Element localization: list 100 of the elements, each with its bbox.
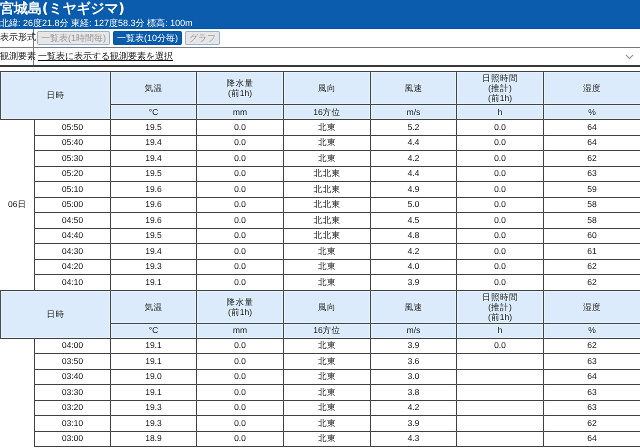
table-cell: 北東 [284,369,370,384]
select-elements-link[interactable]: 一覧表に表示する観測要素を選択 [38,50,173,64]
unit-header: mm [196,104,284,120]
unit-header: 16方位 [284,104,370,120]
unit-header: h [456,323,544,338]
column-header: 風速 [370,290,456,323]
time-cell: 05:50 [34,120,110,135]
table-cell: 0.0 [196,228,284,244]
table-cell: 19.1 [110,384,196,400]
time-cell: 05:10 [34,182,110,197]
column-header: 日照時間 (推計) (前1h) [456,290,544,323]
unit-header: 16方位 [284,323,370,338]
display-format-button[interactable]: 一覧表(10分毎) [113,31,182,45]
table-cell: 0.0 [456,182,544,197]
table-cell: 4.0 [370,259,456,274]
table-cell: 19.4 [110,135,196,150]
unit-header: °C [110,323,196,338]
table-cell: 18.9 [110,431,196,446]
table-cell: 北東 [284,274,370,290]
table-cell: 0.0 [456,228,544,244]
table-cell: 0.0 [196,400,284,416]
table-cell: 4.9 [370,182,456,197]
table-cell: 19.5 [110,228,196,244]
table-cell: 19.6 [110,182,196,197]
column-header: 降水量 (前1h) [196,290,284,323]
table-cell: 0.0 [196,416,284,431]
table-cell: 0.0 [456,274,544,290]
datetime-header: 日時 [0,72,110,120]
table-cell: 0.0 [456,338,544,354]
datetime-header: 日時 [0,290,110,338]
table-cell: 19.5 [110,120,196,135]
elements-label: 観測要素 [0,48,34,65]
table-cell: 0.0 [196,338,284,354]
table-cell: 北東 [284,244,370,259]
table-cell: 4.2 [370,150,456,166]
table-cell: 19.5 [110,166,196,182]
table-cell: 5.2 [370,120,456,135]
table-cell: 0.0 [196,135,284,150]
table-cell: 0.0 [196,197,284,212]
table-cell: 0.0 [456,197,544,212]
time-cell: 03:20 [34,400,110,416]
table-cell: 0.0 [196,212,284,228]
table-cell: 北北東 [284,197,370,212]
station-title: 宮城島(ミヤギジマ) [0,0,126,16]
time-cell: 05:00 [34,197,110,212]
table-cell: 4.4 [370,166,456,182]
column-header: 日照時間 (推計) (前1h) [456,72,544,104]
table-cell: 北東 [284,120,370,135]
table-cell: 北東 [284,400,370,416]
table-cell: 0.0 [456,166,544,182]
table-cell: 北北東 [284,228,370,244]
table-cell: 4.5 [370,212,456,228]
column-header: 湿度 [544,290,640,323]
time-cell: 04:20 [34,259,110,274]
table-cell: 北北東 [284,212,370,228]
table-cell: 0.0 [196,259,284,274]
table-cell: 4.4 [370,135,456,150]
time-cell: 05:20 [34,166,110,182]
time-cell: 04:40 [34,228,110,244]
chevron-down-icon[interactable] [625,54,634,60]
table-cell: 北東 [284,135,370,150]
table-cell: 北東 [284,338,370,354]
table-cell: 0.0 [196,431,284,446]
table-cell: 3.9 [370,338,456,354]
table-cell: 0.0 [196,166,284,182]
time-cell: 05:40 [34,135,110,150]
table-cell: 19.3 [110,259,196,274]
table-cell: 北東 [284,431,370,446]
table-cell: 3.9 [370,274,456,290]
time-cell: 04:00 [34,338,110,354]
table-cell: 北東 [284,416,370,431]
table-cell: 0.0 [196,150,284,166]
table-cell: 3.0 [370,369,456,384]
table-cell: 0.0 [196,182,284,197]
table-cell: 4.3 [370,431,456,446]
table-cell: 4.8 [370,228,456,244]
unit-header: °C [110,104,196,120]
time-cell: 03:30 [34,384,110,400]
unit-header: m/s [370,323,456,338]
table-cell: 0.0 [456,244,544,259]
column-header: 気温 [110,290,196,323]
table-cell: 0.0 [456,259,544,274]
time-cell: 03:00 [34,431,110,446]
table-cell: 5.0 [370,197,456,212]
column-header: 風向 [284,290,370,323]
column-header: 降水量 (前1h) [196,72,284,104]
column-header: 湿度 [544,72,640,104]
table-cell: 北東 [284,150,370,166]
table-cell: 0.0 [196,120,284,135]
station-coordinates: 北緯: 26度21.8分 東経: 127度58.3分 標高: 100m [0,16,194,28]
time-cell: 03:10 [34,416,110,431]
column-header: 風向 [284,72,370,104]
table-cell: 19.1 [110,354,196,369]
table-cell: 19.1 [110,338,196,354]
table-cell: 19.3 [110,400,196,416]
table-cell: 19.4 [110,150,196,166]
table-cell: 3.8 [370,384,456,400]
table-cell: 19.1 [110,274,196,290]
table-cell: 0.0 [456,150,544,166]
table-cell: 0.0 [196,274,284,290]
